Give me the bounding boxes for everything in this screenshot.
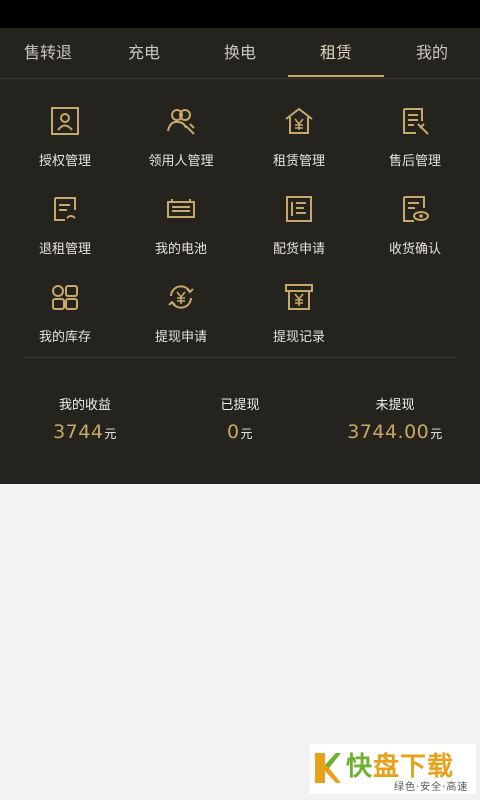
document-eye-icon [403,196,429,222]
stat-unit: 元 [104,427,117,441]
stat-title: 已提现 [220,398,260,413]
users-wrench-icon [167,109,195,135]
stat-value-line: 3744.00元 [315,421,475,443]
section-divider [24,357,456,358]
menu-item-authorization[interactable]: 授权管理 [5,88,125,176]
inventory-icon [52,285,78,310]
menu-item-my-battery[interactable]: 我的电池 [121,176,241,264]
watermark-title-a: 快 [346,752,374,782]
stat-value: 0 [226,421,240,443]
menu-item-my-inventory[interactable]: 我的库存 [5,264,125,352]
status-bar [0,0,480,28]
active-tab-indicator [288,75,384,77]
menu-item-label: 退租管理 [38,242,91,257]
watermark-subtitle: 绿色·安全·高速 [394,782,469,793]
menu-item-label: 售后管理 [388,154,441,169]
menu-item-withdraw-records[interactable]: 提现记录 [239,264,359,352]
note-pen-icon [54,197,76,221]
battery-icon [167,199,195,218]
stat-unit: 元 [430,427,443,441]
menu-item-label: 我的电池 [154,242,207,257]
stat-value-line: 3744元 [5,421,165,443]
document-wrench-icon [403,108,429,135]
menu-item-label: 我的库存 [38,330,91,345]
yen-cycle-icon [168,285,194,309]
stat-value: 3744.00 [347,421,430,443]
stat-my-earnings: 我的收益 3744元 [5,394,165,443]
stat-withdrawn: 已提现 0元 [160,394,320,443]
menu-item-label: 提现记录 [272,330,325,345]
portrait-frame-icon [51,107,79,135]
rental-panel: 售转退 充电 换电 租赁 我的 授权管理 领用人管理 租赁管理 售后管理 退租管… [0,28,480,484]
watermark-logo: 快盘下载 绿色·安全·高速 [310,744,476,794]
menu-item-label: 授权管理 [38,154,91,169]
stat-value: 3744 [53,421,104,443]
menu-item-rent-return[interactable]: 退租管理 [5,176,125,264]
yen-box-icon [285,284,313,310]
stat-not-withdrawn: 未提现 3744.00元 [315,394,475,443]
top-tab-bar: 售转退 充电 换电 租赁 我的 [0,28,480,79]
tab-charging[interactable]: 充电 [96,28,192,78]
menu-item-label: 领用人管理 [148,154,214,169]
tab-battery-swap[interactable]: 换电 [192,28,288,78]
tab-mine[interactable]: 我的 [384,28,480,78]
stat-value-line: 0元 [160,421,320,443]
stat-title: 我的收益 [58,398,111,413]
menu-item-after-sales[interactable]: 售后管理 [355,88,475,176]
menu-item-label: 收货确认 [388,242,441,257]
menu-item-receipt-confirmation[interactable]: 收货确认 [355,176,475,264]
menu-item-label: 租赁管理 [272,154,325,169]
menu-item-label: 提现申请 [154,330,207,345]
menu-item-recipient-management[interactable]: 领用人管理 [121,88,241,176]
menu-item-rental-management[interactable]: 租赁管理 [239,88,359,176]
document-list-icon [286,196,312,222]
tab-sale-return[interactable]: 售转退 [0,28,96,78]
k-logo-icon [315,753,341,783]
tab-rental[interactable]: 租赁 [288,28,384,78]
house-yen-icon [285,107,313,134]
menu-item-distribution-request[interactable]: 配货申请 [239,176,359,264]
menu-item-label: 配货申请 [272,242,325,257]
menu-item-withdraw-request[interactable]: 提现申请 [121,264,241,352]
stat-title: 未提现 [375,398,415,413]
stat-unit: 元 [240,427,254,441]
